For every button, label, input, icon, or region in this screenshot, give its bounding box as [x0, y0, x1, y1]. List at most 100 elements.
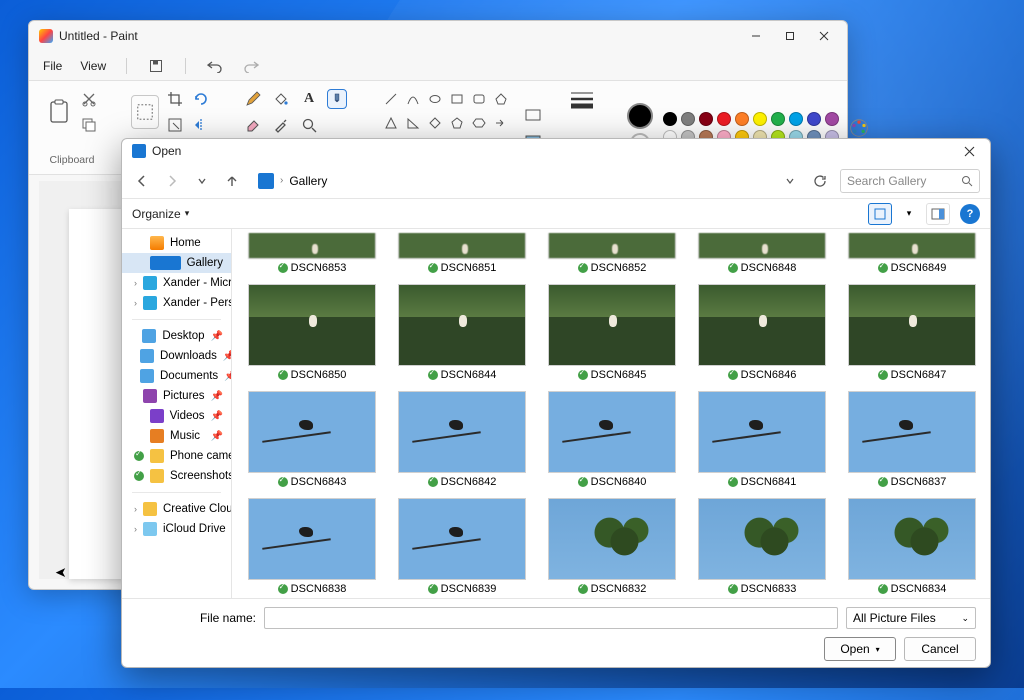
thumbnail[interactable]: DSCN6839 [394, 498, 530, 595]
preview-pane-button[interactable] [926, 203, 950, 225]
filetype-filter[interactable]: All Picture Files⌄ [846, 607, 976, 629]
shape-line-icon[interactable] [381, 89, 401, 109]
sidebar-item-gallery[interactable]: Gallery [122, 253, 231, 273]
minimize-button[interactable] [739, 24, 773, 48]
shape-hexagon-icon[interactable] [469, 113, 489, 133]
nav-up-button[interactable] [222, 171, 242, 191]
color-swatch[interactable] [717, 112, 731, 126]
thumbnail[interactable]: DSCN6832 [544, 498, 680, 595]
select-icon[interactable] [131, 95, 159, 129]
paste-icon[interactable] [45, 95, 73, 129]
menu-view[interactable]: View [80, 59, 106, 73]
eraser-icon[interactable] [243, 115, 263, 135]
sidebar-item-pictures[interactable]: Pictures📌 [122, 386, 231, 406]
color-swatch[interactable] [753, 112, 767, 126]
view-thumbnails-button[interactable] [868, 203, 892, 225]
sidebar-item-phone-camera[interactable]: Phone camer📌 [122, 446, 231, 466]
color-swatch[interactable] [825, 112, 839, 126]
thumbnail[interactable]: DSCN6847 [844, 284, 980, 381]
thumbnail[interactable]: DSCN6850 [244, 284, 380, 381]
nav-recent-button[interactable] [192, 171, 212, 191]
thumbnail[interactable]: DSCN6834 [844, 498, 980, 595]
open-button[interactable]: Open▾ [824, 637, 896, 661]
resize-icon[interactable] [165, 115, 185, 135]
text-tool-icon[interactable]: A [299, 89, 319, 109]
color-swatch[interactable] [699, 112, 713, 126]
rotate-icon[interactable] [191, 89, 211, 109]
filename-input[interactable] [264, 607, 838, 629]
maximize-button[interactable] [773, 24, 807, 48]
shape-outline-icon[interactable] [523, 105, 543, 125]
gallery-pane[interactable]: DSCN6853 DSCN6851 DSCN6852 DSCN6848 DSCN6849… [232, 229, 990, 598]
thumbnail[interactable]: DSCN6841 [694, 391, 830, 488]
sidebar-item-icloud[interactable]: ›iCloud Drive [122, 519, 231, 539]
color-swatch[interactable] [771, 112, 785, 126]
color-swatch[interactable] [807, 112, 821, 126]
brush-icon[interactable] [327, 89, 347, 109]
sidebar-item-videos[interactable]: Videos📌 [122, 406, 231, 426]
search-input[interactable]: Search Gallery [840, 169, 980, 193]
cancel-button[interactable]: Cancel [904, 637, 976, 661]
thumbnail[interactable]: DSCN6853 [244, 233, 380, 274]
shape-oval-icon[interactable] [425, 89, 445, 109]
sidebar-item-screenshots[interactable]: Screenshots📌 [122, 466, 231, 486]
nav-forward-button[interactable] [162, 171, 182, 191]
paint-titlebar[interactable]: Untitled - Paint [29, 21, 847, 51]
sidebar-item-music[interactable]: Music📌 [122, 426, 231, 446]
shape-roundrect-icon[interactable] [469, 89, 489, 109]
color-swatch[interactable] [663, 112, 677, 126]
thumbnail[interactable]: DSCN6833 [694, 498, 830, 595]
copy-icon[interactable] [79, 115, 99, 135]
thumbnail[interactable]: DSCN6845 [544, 284, 680, 381]
sidebar-item-documents[interactable]: Documents📌 [122, 366, 231, 386]
eyedropper-icon[interactable] [271, 115, 291, 135]
dialog-titlebar[interactable]: Open [122, 139, 990, 163]
shape-diamond-icon[interactable] [425, 113, 445, 133]
thumbnail[interactable]: DSCN6846 [694, 284, 830, 381]
thumbnail[interactable]: DSCN6851 [394, 233, 530, 274]
shape-triangle-icon[interactable] [381, 113, 401, 133]
nav-back-button[interactable] [132, 171, 152, 191]
thumbnail[interactable]: DSCN6840 [544, 391, 680, 488]
cut-icon[interactable] [79, 89, 99, 109]
thumbnail[interactable]: DSCN6837 [844, 391, 980, 488]
thumbnail[interactable]: DSCN6842 [394, 391, 530, 488]
thumbnail[interactable]: DSCN6848 [694, 233, 830, 274]
magnifier-icon[interactable] [299, 115, 319, 135]
flip-icon[interactable] [191, 115, 211, 135]
sidebar-item-downloads[interactable]: Downloads📌 [122, 346, 231, 366]
dialog-close-button[interactable] [954, 141, 984, 161]
thumbnail[interactable]: DSCN6852 [544, 233, 680, 274]
sidebar-item-onedrive-2[interactable]: ›Xander - Person… [122, 293, 231, 313]
breadcrumb[interactable]: › Gallery [252, 173, 770, 189]
redo-icon[interactable] [242, 57, 260, 75]
close-button[interactable] [807, 24, 841, 48]
thumbnail[interactable]: DSCN6849 [844, 233, 980, 274]
sidebar-item-home[interactable]: Home [122, 233, 231, 253]
shape-rtriangle-icon[interactable] [403, 113, 423, 133]
color-swatch[interactable] [681, 112, 695, 126]
edit-colors-icon[interactable] [849, 118, 869, 138]
color-swatch[interactable] [789, 112, 803, 126]
current-color-1[interactable] [627, 103, 653, 129]
thumbnail[interactable]: DSCN6843 [244, 391, 380, 488]
thumbnail[interactable]: DSCN6838 [244, 498, 380, 595]
shape-rect-icon[interactable] [447, 89, 467, 109]
sidebar-item-creative-cloud[interactable]: ›Creative Cloud F [122, 499, 231, 519]
crop-icon[interactable] [165, 89, 185, 109]
help-button[interactable]: ? [960, 204, 980, 224]
fill-icon[interactable] [271, 89, 291, 109]
shape-curve-icon[interactable] [403, 89, 423, 109]
thumbnail[interactable]: DSCN6844 [394, 284, 530, 381]
color-swatch[interactable] [735, 112, 749, 126]
shape-polygon-icon[interactable] [491, 89, 511, 109]
undo-icon[interactable] [206, 57, 224, 75]
menu-file[interactable]: File [43, 59, 62, 73]
sidebar-item-onedrive-1[interactable]: ›Xander - Micros… [122, 273, 231, 293]
save-icon[interactable] [147, 57, 165, 75]
pencil-icon[interactable] [243, 89, 263, 109]
sidebar-item-desktop[interactable]: Desktop📌 [122, 326, 231, 346]
view-dropdown-icon[interactable]: ▾ [902, 203, 916, 225]
shape-pentagon-icon[interactable] [447, 113, 467, 133]
refresh-button[interactable] [810, 171, 830, 191]
